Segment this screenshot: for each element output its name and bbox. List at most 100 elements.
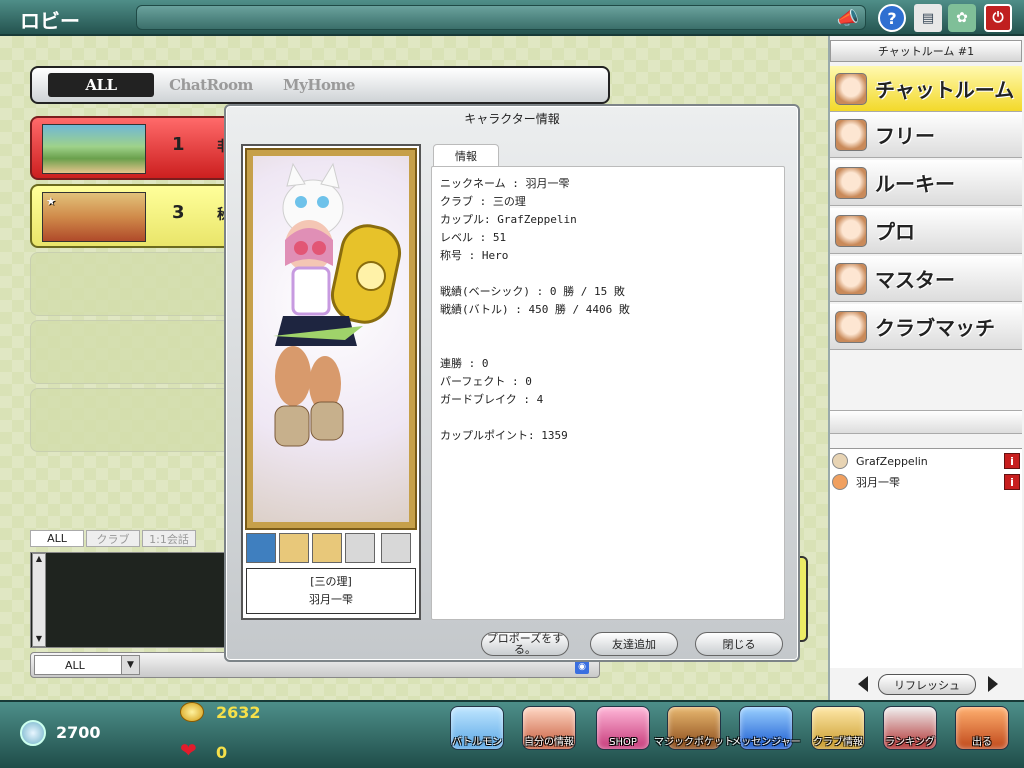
channel-master[interactable]: マスター (830, 256, 1022, 302)
room-thumbnail (42, 124, 146, 174)
scroll-down-icon[interactable]: ▼ (33, 634, 45, 646)
room-number: 3 (172, 202, 185, 223)
heart-count: 0 (216, 743, 228, 762)
scroll-up-icon[interactable]: ▲ (33, 554, 45, 566)
chevron-down-icon[interactable]: ▼ (121, 656, 139, 674)
channel-avatar-icon (835, 262, 867, 295)
top-notice-strip (136, 5, 866, 30)
equip-slot-empty[interactable] (345, 533, 375, 563)
info-group: 戦績(ベーシック) : 0 勝 / 15 敗 戦績(バトル) : 450 勝 /… (440, 283, 784, 319)
channel-avatar-icon (835, 166, 867, 199)
menu-label: クラブ情報 (813, 737, 863, 748)
arrow-left-icon[interactable] (858, 676, 868, 692)
chat-tab-club[interactable]: クラブ (86, 530, 140, 547)
ranking-button[interactable]: ランキング (880, 706, 940, 764)
chatroom-number-label: チャットルーム #1 (830, 40, 1022, 62)
equip-slot-empty[interactable] (381, 533, 411, 563)
info-club: クラブ : 三の理 (440, 195, 526, 208)
magic-pocket-button[interactable]: マジックポケット (654, 706, 734, 764)
user-info-icon[interactable]: i (1004, 474, 1020, 490)
coin-count: 2700 (56, 723, 101, 742)
menu-label: 出る (972, 737, 992, 748)
add-friend-button[interactable]: 友達追加 (590, 632, 678, 656)
settings-icon[interactable]: ✿ (948, 4, 976, 32)
megaphone-icon[interactable]: 📣 (834, 4, 862, 32)
channel-pro[interactable]: プロ (830, 208, 1022, 254)
tab-info[interactable]: 情報 (433, 144, 499, 166)
user-avatar-icon (832, 453, 848, 469)
info-panel: ニックネーム : 羽月一雫 クラブ : 三の理 カップル: GrafZeppel… (431, 166, 785, 620)
channel-avatar-icon (835, 72, 867, 105)
channel-avatar-icon (835, 214, 867, 247)
gold-count: 2632 (216, 703, 261, 722)
battlemon-button[interactable]: バトルモン (447, 706, 507, 764)
bottom-bar (0, 700, 1024, 768)
character-club: [三の理] (310, 575, 352, 588)
channel-rookie[interactable]: ルーキー (830, 160, 1022, 206)
page-title: ロビー (20, 9, 80, 33)
chat-log (30, 552, 226, 648)
dialog-title: キャラクター情報 (464, 112, 560, 126)
channel-label: ルーキー (875, 172, 955, 196)
user-name: GrafZeppelin (856, 454, 928, 468)
character-info-dialog: キャラクター情報 [三の理] 羽月一雫 情報 ニックネーム: 羽月一雫 クラブ… (224, 104, 800, 662)
info-couple-points: カップルポイント: 1359 (440, 429, 568, 442)
chat-tab-private[interactable]: 1:1会話 (142, 530, 196, 547)
club-info-button[interactable]: クラブ情報 (808, 706, 868, 764)
tab-myhome[interactable]: MyHome (266, 73, 372, 97)
gold-icon (180, 702, 204, 722)
info-group: ニックネーム : 羽月一雫 クラブ : 三の理 カップル: GrafZeppel… (440, 175, 784, 265)
heart-icon: ❤ (180, 738, 197, 762)
channel-free[interactable]: フリー (830, 112, 1022, 158)
info-record-basic: 戦績(ベーシック) : 0 勝 / 15 敗 (440, 285, 625, 298)
channel-label: チャットルーム (875, 78, 1015, 102)
channel-label: マスター (875, 268, 955, 292)
propose-button[interactable]: プロポーズをする。 (481, 632, 569, 656)
chat-filter-select[interactable]: ALL ▼ (34, 655, 140, 675)
chat-tab-all[interactable]: ALL (30, 530, 84, 547)
user-avatar-icon (832, 474, 848, 490)
power-icon[interactable]: ⏻ (984, 4, 1012, 32)
character-avatar-icon (273, 162, 402, 447)
channel-label: フリー (875, 124, 935, 148)
character-name-box: [三の理] 羽月一雫 (246, 568, 416, 614)
exit-button[interactable]: 出る (952, 706, 1012, 764)
room-thumbnail: ★ (42, 192, 146, 242)
user-list-item[interactable]: GrafZeppelin i (832, 451, 1020, 471)
user-list-item[interactable]: 羽月一雫 i (832, 472, 1020, 492)
my-info-button[interactable]: 自分の情報 (519, 706, 579, 764)
character-portrait (245, 148, 417, 530)
menu-label: マジックポケット (654, 737, 734, 748)
user-name: 羽月一雫 (856, 476, 900, 489)
equip-slot-badge-icon[interactable] (246, 533, 276, 563)
arrow-right-icon[interactable] (988, 676, 998, 692)
info-record-battle: 戦績(バトル) : 450 勝 / 4406 敗 (440, 303, 630, 316)
info-level: レベル : 51 (440, 231, 507, 244)
user-info-icon[interactable]: i (1004, 453, 1020, 469)
tab-all[interactable]: ALL (48, 73, 154, 97)
equip-slot-item-icon[interactable] (279, 533, 309, 563)
help-icon[interactable]: ? (878, 4, 906, 32)
info-guard-break: ガードブレイク : 4 (440, 393, 544, 406)
close-button[interactable]: 閉じる (695, 632, 783, 656)
shop-button[interactable]: SHOP (593, 706, 653, 764)
document-icon[interactable]: ▤ (914, 4, 942, 32)
channel-chatroom[interactable]: チャットルーム (830, 66, 1022, 112)
menu-label: バトルモン (451, 737, 503, 748)
panel-edge (800, 556, 808, 642)
info-couple: カップル: GrafZeppelin (440, 213, 577, 226)
menu-label: 自分の情報 (524, 737, 574, 748)
info-group: カップルポイント: 1359 (440, 427, 784, 445)
tab-chatroom[interactable]: ChatRoom (158, 73, 264, 97)
messenger-button[interactable]: メッセンジャー (731, 706, 801, 764)
star-icon: ★ (46, 195, 56, 208)
info-nickname: ニックネーム : 羽月一雫 (440, 177, 570, 190)
channel-club-match[interactable]: クラブマッチ (830, 304, 1022, 350)
emoticon-icon[interactable]: ◉ (575, 660, 589, 674)
chat-scrollbar[interactable]: ▲ ▼ (32, 553, 46, 647)
channel-label: プロ (875, 220, 915, 244)
refresh-button[interactable]: リフレッシュ (878, 674, 976, 695)
menu-label: ランキング (885, 737, 935, 748)
room-number: 1 (172, 134, 185, 155)
equip-slot-item-icon[interactable] (312, 533, 342, 563)
